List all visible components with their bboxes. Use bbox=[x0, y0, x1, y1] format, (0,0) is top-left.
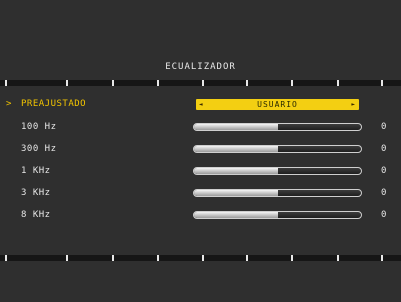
band-label: 1 KHz bbox=[21, 166, 51, 176]
slider-fill bbox=[194, 190, 278, 196]
preset-selector[interactable]: ◄ USUARIO ► bbox=[196, 99, 359, 110]
preset-value: USUARIO bbox=[257, 100, 298, 109]
band-row-1khz[interactable]: 1 KHz 0 bbox=[0, 164, 401, 180]
band-value: 0 bbox=[381, 188, 387, 198]
band-slider[interactable] bbox=[193, 189, 362, 197]
band-row-300hz[interactable]: 300 Hz 0 bbox=[0, 142, 401, 158]
band-value: 0 bbox=[381, 210, 387, 220]
slider-fill bbox=[194, 168, 278, 174]
band-slider[interactable] bbox=[193, 145, 362, 153]
band-slider[interactable] bbox=[193, 211, 362, 219]
band-row-100hz[interactable]: 100 Hz 0 bbox=[0, 120, 401, 136]
arrow-left-icon[interactable]: ◄ bbox=[199, 99, 204, 110]
band-slider[interactable] bbox=[193, 167, 362, 175]
band-value: 0 bbox=[381, 122, 387, 132]
preset-row[interactable]: > PREAJUSTADO ◄ USUARIO ► bbox=[0, 97, 401, 113]
slider-fill bbox=[194, 124, 278, 130]
band-slider[interactable] bbox=[193, 123, 362, 131]
arrow-right-icon[interactable]: ► bbox=[351, 99, 356, 110]
band-label: 100 Hz bbox=[21, 122, 57, 132]
preset-label: PREAJUSTADO bbox=[21, 99, 87, 109]
band-label: 3 KHz bbox=[21, 188, 51, 198]
selection-cursor-icon: > bbox=[6, 99, 12, 109]
band-value: 0 bbox=[381, 166, 387, 176]
band-row-3khz[interactable]: 3 KHz 0 bbox=[0, 186, 401, 202]
band-row-8khz[interactable]: 8 KHz 0 bbox=[0, 208, 401, 224]
band-value: 0 bbox=[381, 144, 387, 154]
slider-fill bbox=[194, 146, 278, 152]
bottom-divider bbox=[0, 255, 401, 261]
band-label: 300 Hz bbox=[21, 144, 57, 154]
band-label: 8 KHz bbox=[21, 210, 51, 220]
page-title: ECUALIZADOR bbox=[165, 62, 236, 72]
top-divider bbox=[0, 80, 401, 86]
slider-fill bbox=[194, 212, 278, 218]
